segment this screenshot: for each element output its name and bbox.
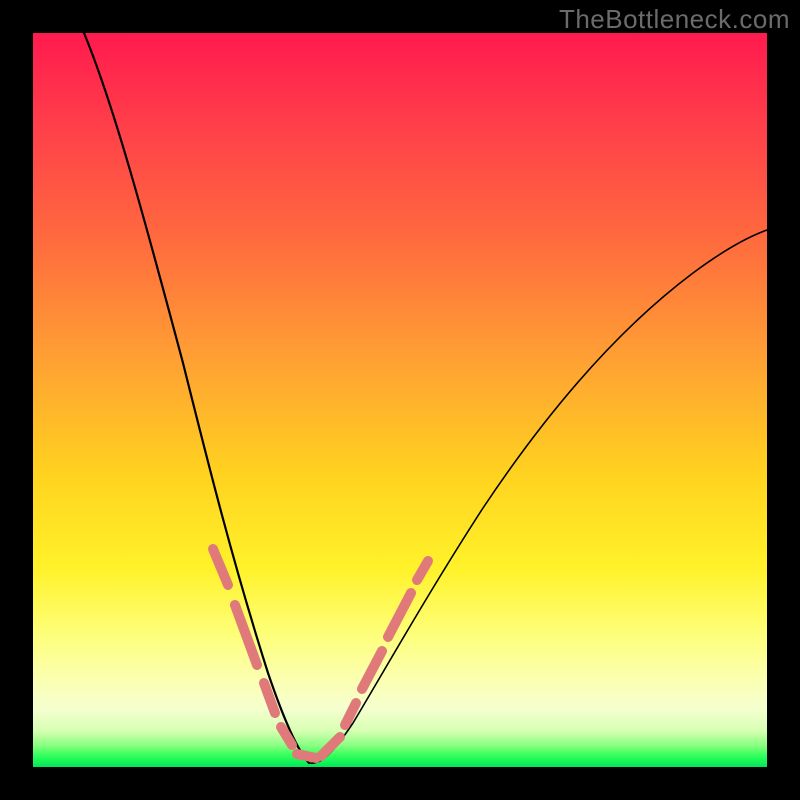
watermark-text: TheBottleneck.com (559, 4, 790, 35)
dash-seg-2 (235, 605, 257, 665)
plot-area (33, 33, 767, 767)
dash-seg-8 (362, 651, 382, 689)
dash-seg-10 (417, 561, 428, 580)
dash-seg-5 (297, 754, 316, 758)
dash-seg-6 (321, 737, 340, 756)
dash-overlay (213, 549, 428, 758)
dash-seg-1 (213, 549, 228, 585)
curve-right-branch (309, 230, 767, 763)
chart-frame: TheBottleneck.com (0, 0, 800, 800)
curve-layer (33, 33, 767, 767)
curve-left-branch (84, 33, 309, 763)
